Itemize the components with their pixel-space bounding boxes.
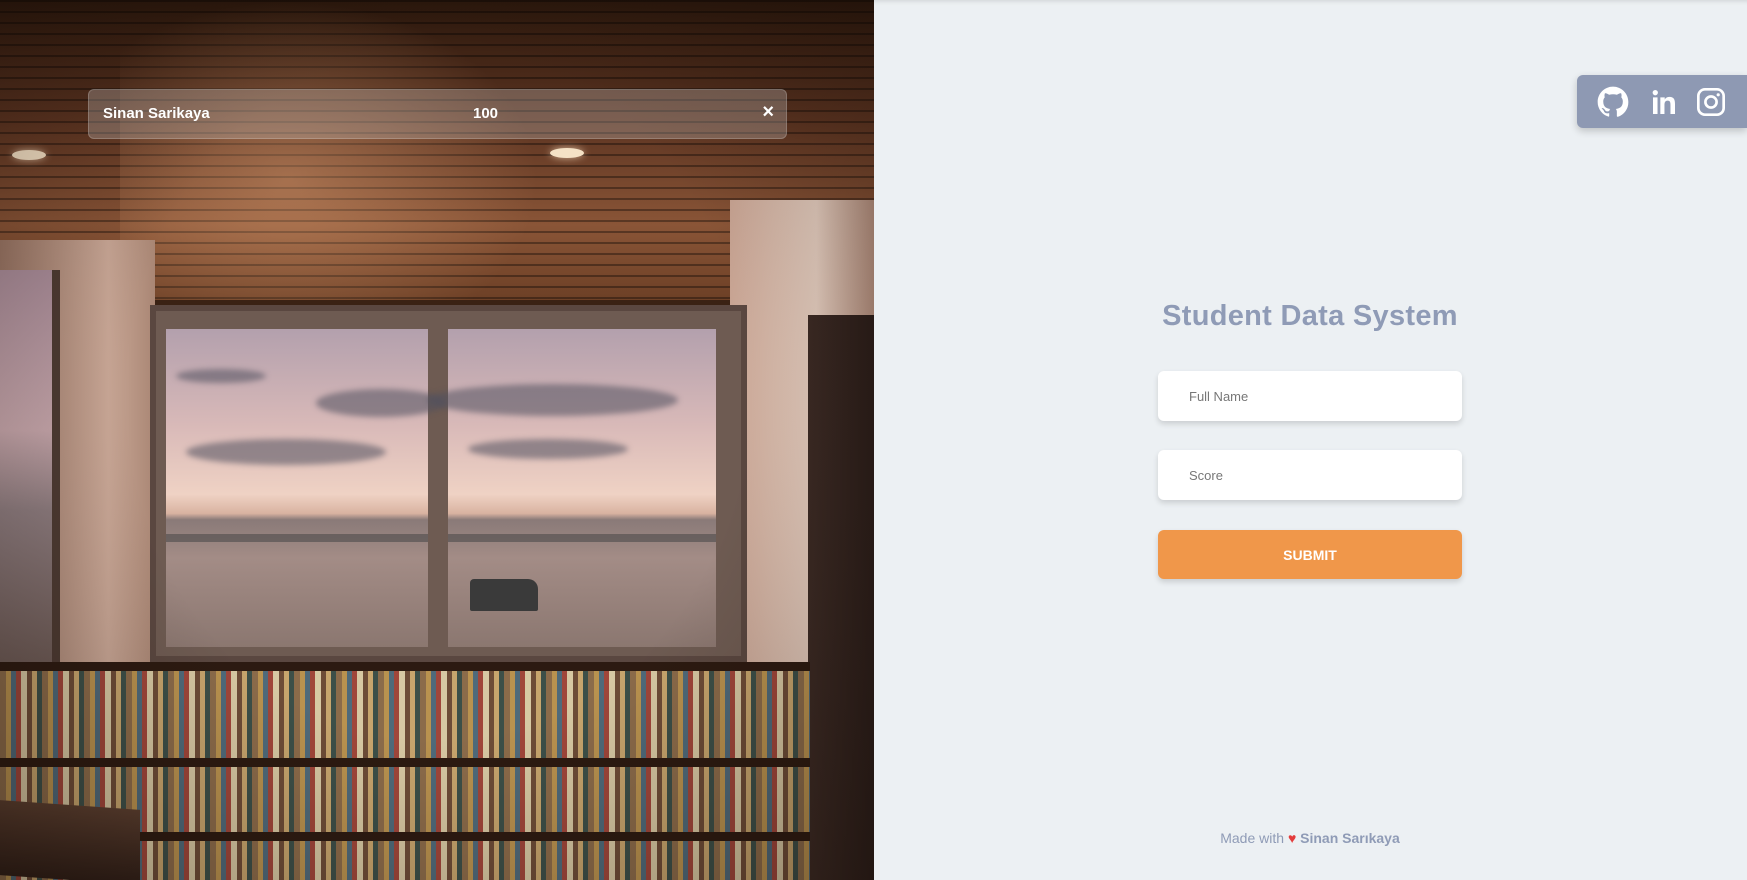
student-name: Sinan Sarikaya (103, 105, 210, 122)
footer-author-link[interactable]: Sinan Sarıkaya (1300, 830, 1400, 846)
linkedin-icon[interactable] (1647, 86, 1679, 118)
footer: Made with ♥ Sinan Sarıkaya (1100, 830, 1520, 846)
github-icon[interactable] (1597, 86, 1629, 118)
social-links (1577, 75, 1747, 128)
close-icon[interactable]: × (762, 100, 774, 124)
background-photo: Sinan Sarikaya 100 × (0, 0, 874, 880)
footer-text: Made with (1220, 830, 1285, 846)
score-input[interactable] (1158, 450, 1462, 500)
student-result-row: Sinan Sarikaya 100 × (88, 89, 787, 139)
heart-icon: ♥ (1287, 830, 1297, 846)
page-title: Student Data System (1162, 300, 1458, 332)
form-panel (874, 0, 1747, 880)
submit-button[interactable]: SUBMIT (1158, 530, 1462, 579)
fullname-input[interactable] (1158, 371, 1462, 421)
student-score: 100 (473, 105, 499, 122)
instagram-icon[interactable] (1695, 86, 1727, 118)
